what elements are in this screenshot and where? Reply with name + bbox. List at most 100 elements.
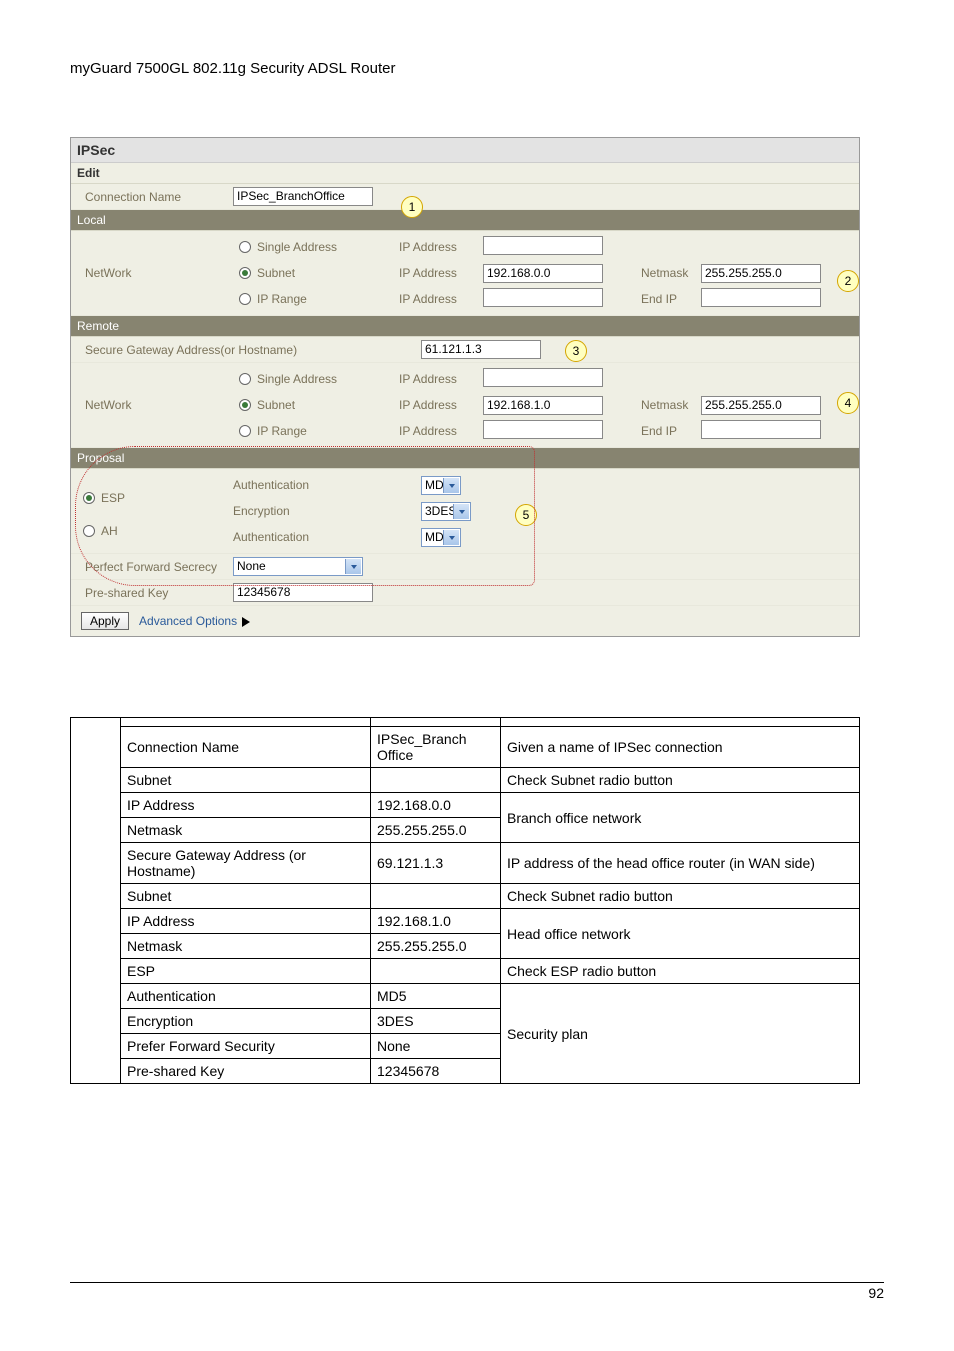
endip-label: End IP — [621, 286, 701, 312]
ah-label: AH — [101, 524, 118, 538]
opt-iprange-label: IP Range — [257, 292, 307, 306]
table-cell: None — [371, 1034, 501, 1059]
ah-auth-select[interactable]: MD5 — [421, 528, 461, 547]
auth-label: Authentication — [233, 478, 309, 492]
esp-enc-select[interactable]: 3DES — [421, 502, 471, 521]
secure-gw-input[interactable]: 61.121.1.3 — [421, 340, 541, 359]
esp-radio[interactable]: ESP — [77, 478, 227, 518]
radio-icon — [83, 525, 95, 537]
ip-address-label: IP Address — [395, 418, 483, 444]
table-cell — [371, 959, 501, 984]
table-cell: MD5 — [371, 984, 501, 1009]
esp-label: ESP — [101, 491, 125, 505]
local-range-end-input[interactable] — [701, 288, 821, 307]
table-cell: Encryption — [121, 1009, 371, 1034]
pfs-select[interactable]: None — [233, 557, 363, 576]
radio-icon — [239, 373, 251, 385]
local-subnet-mask-input[interactable]: 255.255.255.0 — [701, 264, 821, 283]
netmask-label: Netmask — [621, 392, 701, 418]
local-subnet-ip-input[interactable]: 192.168.0.0 — [483, 264, 603, 283]
doc-title: myGuard 7500GL 802.11g Security ADSL Rou… — [70, 60, 884, 77]
advanced-options-link[interactable]: Advanced Options — [139, 614, 237, 628]
table-cell: ESP — [121, 959, 371, 984]
table-cell: Netmask — [121, 818, 371, 843]
table-cell: IP Address — [121, 793, 371, 818]
table-cell: Given a name of IPSec connection — [501, 727, 860, 768]
table-cell: Check Subnet radio button — [501, 884, 860, 909]
remote-single-ip-input[interactable] — [483, 368, 603, 387]
radio-icon — [239, 293, 251, 305]
callout-1: 1 — [401, 196, 423, 218]
table-cell: 255.255.255.0 — [371, 934, 501, 959]
pfs-label: Perfect Forward Secrecy — [71, 556, 233, 578]
remote-network-label: NetWork — [71, 394, 233, 416]
table-cell — [371, 884, 501, 909]
remote-single-radio[interactable]: Single Address — [233, 366, 395, 392]
remote-subnet-ip-input[interactable]: 192.168.1.0 — [483, 396, 603, 415]
table-left-blank — [71, 718, 121, 1084]
local-subnet-radio[interactable]: Subnet — [233, 260, 395, 286]
ipsec-panel: IPSec Edit Connection Name IPSec_BranchO… — [70, 137, 860, 637]
ip-address-label: IP Address — [395, 366, 483, 392]
page-number: 92 — [70, 1282, 884, 1301]
callout-3: 3 — [565, 340, 587, 362]
endip-label: End IP — [621, 418, 701, 444]
opt-single-label: Single Address — [257, 372, 337, 386]
table-cell: 3DES — [371, 1009, 501, 1034]
auth-label: Authentication — [233, 530, 309, 544]
radio-icon — [239, 241, 251, 253]
remote-subnet-radio[interactable]: Subnet — [233, 392, 395, 418]
table-cell: Subnet — [121, 884, 371, 909]
opt-subnet-label: Subnet — [257, 266, 295, 280]
table-cell: 12345678 — [371, 1059, 501, 1084]
table-cell: Connection Name — [121, 727, 371, 768]
table-cell: Head office network — [501, 909, 860, 959]
psk-label: Pre-shared Key — [71, 582, 233, 604]
psk-input[interactable]: 12345678 — [233, 583, 373, 602]
table-cell: Subnet — [121, 768, 371, 793]
table-cell: Pre-shared Key — [121, 1059, 371, 1084]
ip-address-label: IP Address — [395, 260, 483, 286]
remote-range-end-input[interactable] — [701, 420, 821, 439]
ah-radio[interactable]: AH — [77, 518, 227, 544]
table-cell: IP address of the head office router (in… — [501, 843, 860, 884]
radio-icon — [239, 399, 251, 411]
local-range-start-input[interactable] — [483, 288, 603, 307]
connection-name-input[interactable]: IPSec_BranchOffice — [233, 187, 373, 206]
table-cell: Secure Gateway Address (or Hostname) — [121, 843, 371, 884]
opt-iprange-label: IP Range — [257, 424, 307, 438]
radio-icon — [239, 267, 251, 279]
table-cell: Branch office network — [501, 793, 860, 843]
remote-subnet-mask-input[interactable]: 255.255.255.0 — [701, 396, 821, 415]
table-cell — [371, 768, 501, 793]
table-cell: IP Address — [121, 909, 371, 934]
table-cell: 255.255.255.0 — [371, 818, 501, 843]
table-cell: Authentication — [121, 984, 371, 1009]
table-cell: Check ESP radio button — [501, 959, 860, 984]
panel-edit-row: Edit — [71, 163, 859, 184]
ip-address-label: IP Address — [395, 392, 483, 418]
local-network-label: NetWork — [71, 262, 233, 284]
table-cell: 192.168.0.0 — [371, 793, 501, 818]
apply-button[interactable]: Apply — [81, 612, 129, 630]
local-single-ip-input[interactable] — [483, 236, 603, 255]
table-cell — [371, 718, 501, 727]
table-cell: IPSec_Branch Office — [371, 727, 501, 768]
ip-address-label: IP Address — [395, 234, 483, 260]
local-single-radio[interactable]: Single Address — [233, 234, 395, 260]
esp-auth-select[interactable]: MD5 — [421, 476, 461, 495]
netmask-label: Netmask — [621, 260, 701, 286]
callout-4: 4 — [837, 392, 859, 414]
ip-address-label: IP Address — [395, 286, 483, 312]
callout-5: 5 — [515, 504, 537, 526]
table-cell: Security plan — [501, 984, 860, 1084]
connection-name-label: Connection Name — [71, 186, 233, 208]
explanation-table: Connection Name IPSec_Branch Office Give… — [70, 717, 860, 1084]
table-cell: Check Subnet radio button — [501, 768, 860, 793]
local-iprange-radio[interactable]: IP Range — [233, 286, 395, 312]
remote-range-start-input[interactable] — [483, 420, 603, 439]
remote-iprange-radio[interactable]: IP Range — [233, 418, 395, 444]
table-cell: 192.168.1.0 — [371, 909, 501, 934]
table-cell: 69.121.1.3 — [371, 843, 501, 884]
secure-gw-label: Secure Gateway Address(or Hostname) — [71, 339, 395, 361]
